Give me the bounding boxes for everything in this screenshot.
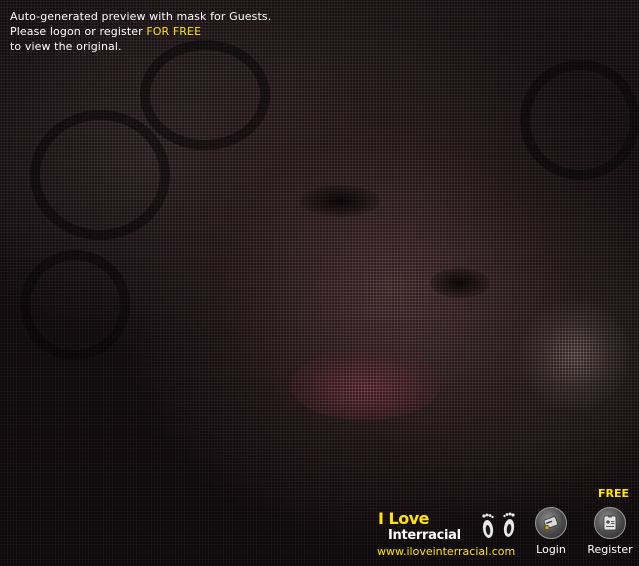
for-free-link[interactable]: FOR FREE <box>146 25 201 38</box>
notice-line-2: Please logon or register FOR FREE <box>10 24 271 39</box>
logo-text-line-1: I Love <box>378 509 430 528</box>
register-button[interactable]: Register <box>587 507 633 556</box>
free-label: FREE <box>598 487 630 500</box>
notice-line-1: Auto-generated preview with mask for Gue… <box>10 10 272 23</box>
masked-photo <box>0 0 639 566</box>
footprints-icon <box>482 512 515 538</box>
id-badge-icon <box>594 507 626 539</box>
dot-mask-overlay <box>0 0 639 566</box>
guest-notice: Auto-generated preview with mask for Gue… <box>10 9 271 54</box>
site-logo[interactable]: I Love Interracial www.iloveinterracial.… <box>377 508 522 560</box>
login-label: Login <box>536 543 566 556</box>
notice-line-2-prefix: Please logon or register <box>10 25 147 38</box>
logo-text-line-2: Interracial <box>388 528 461 543</box>
login-button[interactable]: Login <box>531 507 571 556</box>
key-card-icon <box>535 507 567 539</box>
logo-url[interactable]: www.iloveinterracial.com <box>377 545 515 558</box>
notice-line-3: to view the original. <box>10 40 122 53</box>
register-label: Register <box>587 543 633 556</box>
